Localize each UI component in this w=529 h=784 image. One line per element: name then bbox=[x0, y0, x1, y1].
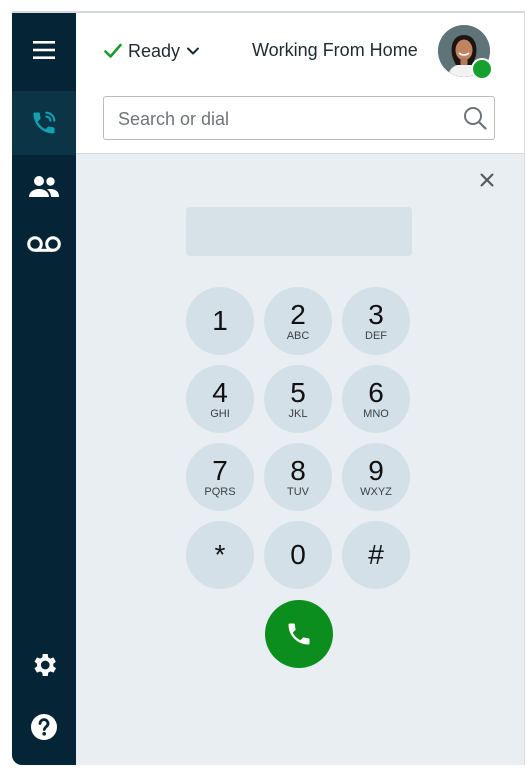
avatar[interactable] bbox=[438, 25, 493, 80]
dial-key-9[interactable]: 9 WXYZ bbox=[342, 443, 410, 511]
sidebar-item-settings[interactable] bbox=[12, 633, 76, 697]
main-panel: Ready Working From Home Search or dial 1… bbox=[76, 13, 524, 765]
phone-icon bbox=[288, 623, 310, 645]
dial-key-2[interactable]: 2 ABC bbox=[264, 287, 332, 355]
checkmark-icon bbox=[104, 43, 122, 58]
search-box bbox=[103, 96, 495, 141]
phone-app: Ready Working From Home Search or dial 1… bbox=[12, 11, 525, 765]
sidebar-item-help[interactable] bbox=[12, 695, 76, 759]
contacts-icon bbox=[29, 176, 59, 197]
close-button[interactable] bbox=[480, 173, 494, 192]
sidebar-item-calls[interactable] bbox=[12, 91, 76, 155]
dial-key-0[interactable]: 0 bbox=[264, 521, 332, 589]
voicemail-icon bbox=[27, 236, 61, 252]
dial-key-4[interactable]: 4 GHI bbox=[186, 365, 254, 433]
chevron-down-icon bbox=[187, 47, 200, 55]
call-button[interactable] bbox=[265, 600, 333, 668]
help-icon bbox=[31, 714, 57, 740]
search-icon[interactable] bbox=[462, 105, 488, 131]
location-label: Working From Home bbox=[252, 40, 418, 60]
dial-key-1[interactable]: 1 bbox=[186, 287, 254, 355]
dial-key-7[interactable]: 7 PQRS bbox=[186, 443, 254, 511]
dial-key-6[interactable]: 6 MNO bbox=[342, 365, 410, 433]
sidebar-item-voicemail[interactable] bbox=[12, 212, 76, 276]
sidebar bbox=[12, 13, 76, 765]
dial-display bbox=[186, 207, 412, 256]
dial-key-5[interactable]: 5 JKL bbox=[264, 365, 332, 433]
sidebar-item-contacts[interactable] bbox=[12, 155, 76, 219]
dial-key-3[interactable]: 3 DEF bbox=[342, 287, 410, 355]
dial-key-hash[interactable]: # bbox=[342, 521, 410, 589]
dial-key-8[interactable]: 8 TUV bbox=[264, 443, 332, 511]
dial-key-star[interactable]: * bbox=[186, 521, 254, 589]
phone-icon bbox=[33, 111, 56, 134]
menu-icon bbox=[33, 41, 55, 59]
search-input[interactable] bbox=[116, 97, 450, 141]
close-icon bbox=[480, 173, 494, 187]
status-label: Ready bbox=[128, 40, 181, 61]
header: Ready Working From Home bbox=[76, 13, 524, 154]
settings-icon bbox=[34, 654, 56, 676]
status-dropdown[interactable]: Ready bbox=[104, 39, 200, 63]
menu-button[interactable] bbox=[12, 18, 76, 82]
presence-indicator bbox=[471, 58, 493, 80]
